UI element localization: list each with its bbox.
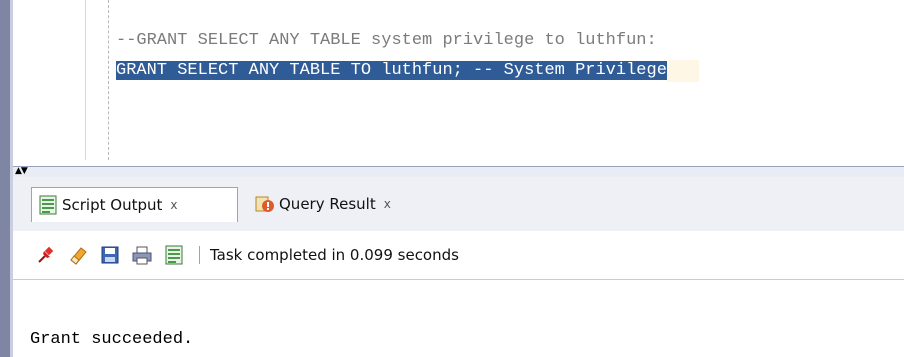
output-tabs-bar: Script Output x Query Result x [13,177,904,231]
query-result-icon [255,194,275,214]
close-icon[interactable]: x [384,197,391,211]
selected-text[interactable]: GRANT SELECT ANY TABLE TO luthfun; -- Sy… [116,61,667,80]
pin-icon[interactable] [33,242,59,268]
print-icon[interactable] [129,242,155,268]
toolbar-separator [199,246,200,264]
save-icon[interactable] [97,242,123,268]
sql-editor[interactable]: --GRANT SELECT ANY TABLE system privileg… [13,0,904,168]
status-text: Task completed in 0.099 seconds [210,246,459,264]
tab-query-result[interactable]: Query Result x [249,187,449,221]
code-line-comment[interactable]: --GRANT SELECT ANY TABLE system privileg… [116,30,657,52]
output-toolbar: Task completed in 0.099 seconds [13,231,904,280]
panel-splitter[interactable] [13,166,904,177]
document-icon[interactable] [161,242,187,268]
left-border [0,0,10,357]
tab-query-result-label: Query Result [279,195,376,213]
tab-script-output[interactable]: Script Output x [31,187,238,222]
script-output-area[interactable]: Grant succeeded. [13,280,904,357]
current-line-highlight [666,60,699,82]
tab-script-output-label: Script Output [62,196,163,214]
eraser-icon[interactable] [65,242,91,268]
splitter-arrows-icon[interactable]: ▲▼ [15,166,28,176]
editor-gutter [85,0,86,160]
close-icon[interactable]: x [170,198,177,212]
indent-guide [108,0,109,160]
output-text: Grant succeeded. [30,330,194,349]
script-output-icon [38,195,58,215]
code-line-selected[interactable]: GRANT SELECT ANY TABLE TO luthfun; -- Sy… [116,60,699,82]
